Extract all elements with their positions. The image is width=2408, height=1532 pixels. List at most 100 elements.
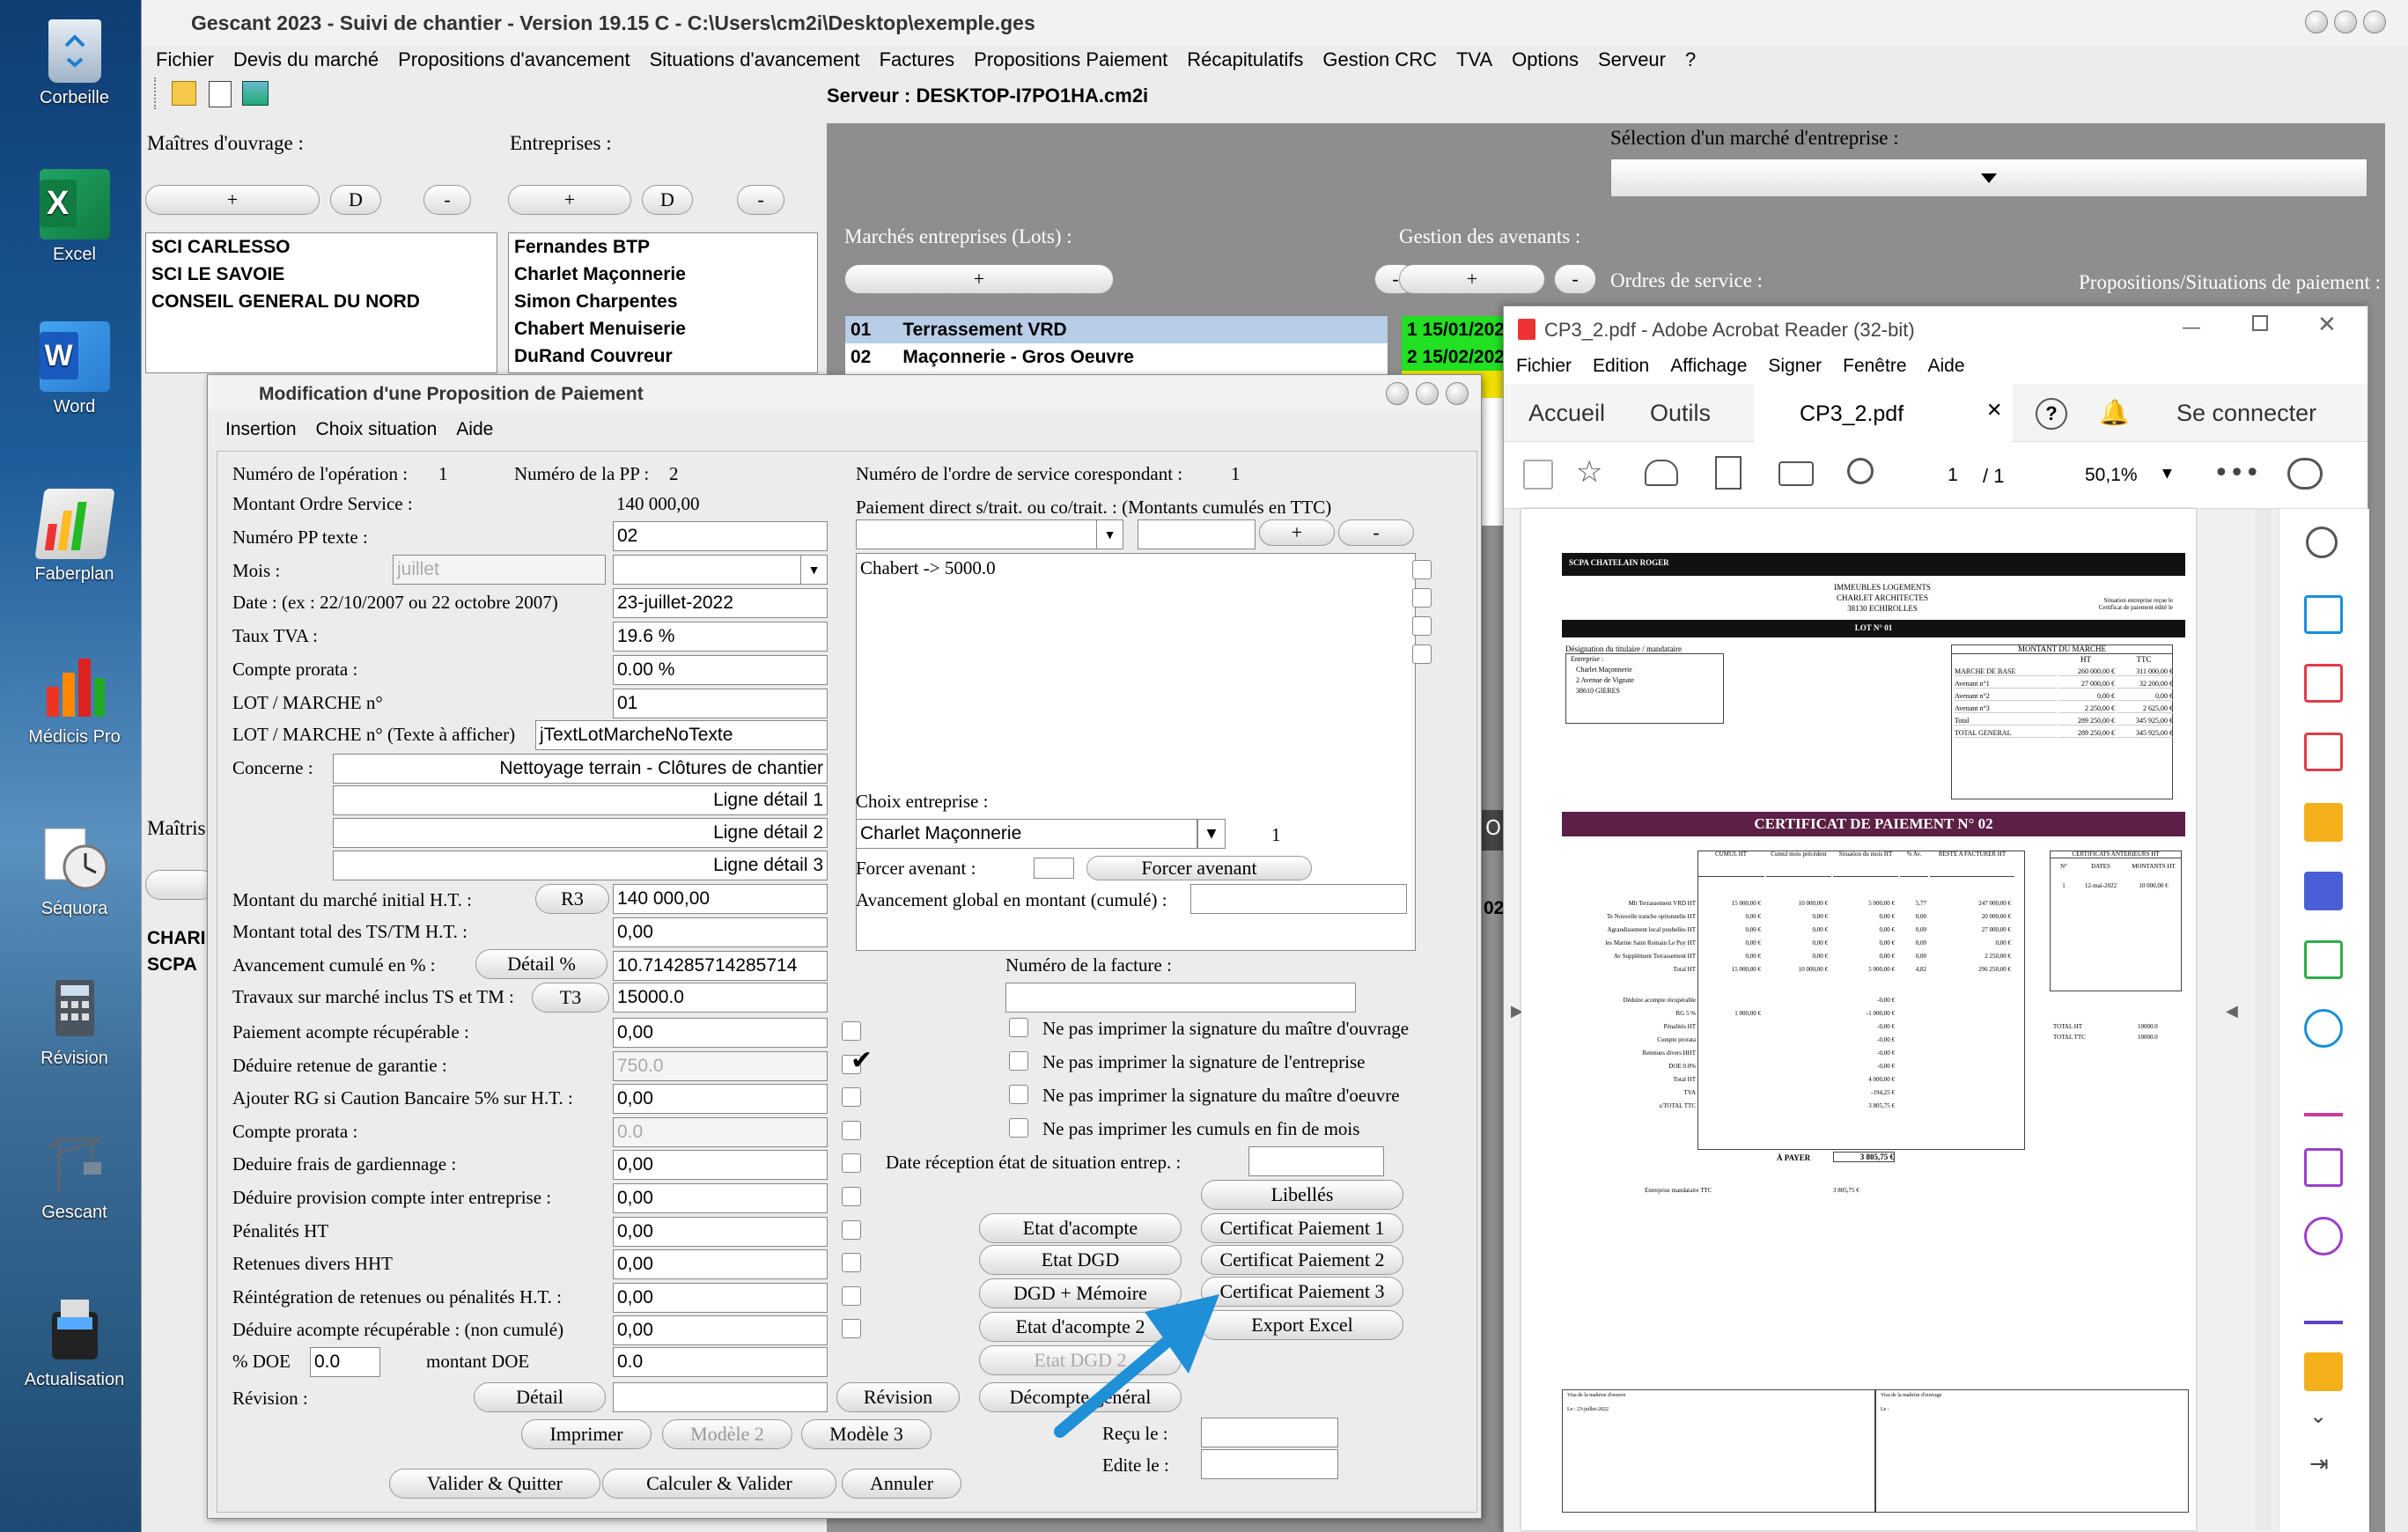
checkbox[interactable] [1009, 1018, 1028, 1037]
montant-initial-input[interactable]: 140 000,00 [613, 884, 828, 914]
remove-maitre-button[interactable]: - [423, 185, 471, 215]
close-button[interactable] [2363, 11, 2386, 33]
revision-input[interactable] [613, 1382, 828, 1412]
paiement-direct-select[interactable]: ▼ [856, 519, 1123, 549]
lot-input[interactable]: 01 [613, 689, 828, 718]
menu-item[interactable]: Propositions Paiement [974, 46, 1178, 74]
request-sign-icon[interactable] [2304, 1217, 2343, 1256]
concerne-input[interactable]: Nettoyage terrain - Clôtures de chantier [333, 754, 828, 784]
list-item[interactable]: Simon Charpentes [509, 288, 817, 315]
star-icon[interactable]: ☆ [1576, 454, 1602, 490]
desktop-icon-corbeille[interactable]: Corbeille [11, 19, 138, 108]
mois-select[interactable]: ▼ [613, 555, 828, 585]
montant-ts-input[interactable]: 0,00 [613, 917, 828, 947]
minimize-button[interactable] [2305, 11, 2328, 33]
chevron-down-icon[interactable]: ⌄ [2309, 1403, 2327, 1428]
checkbox[interactable] [1412, 644, 1432, 664]
list-item[interactable]: Fernandes BTP [509, 233, 817, 261]
libelles-button[interactable]: Libellés [1201, 1180, 1403, 1210]
row-value-input[interactable]: 0,00 [613, 1183, 828, 1213]
list-item[interactable]: Chabert Menuiserie [509, 315, 817, 342]
row-value-input[interactable]: 0,00 [613, 1216, 828, 1247]
menu-item[interactable]: Aide [1928, 356, 1965, 377]
travaux-input[interactable]: 15000.0 [613, 983, 828, 1013]
maximize-button[interactable] [1416, 382, 1439, 405]
marche-select[interactable] [1610, 158, 2367, 197]
menu-item[interactable]: Factures [880, 46, 966, 74]
link-icon[interactable] [2287, 458, 2323, 490]
t3-button[interactable]: T3 [532, 983, 609, 1013]
desktop-icon-excel[interactable]: X Excel [11, 169, 138, 265]
list-item[interactable]: SCI LE SAVOIE [146, 261, 497, 288]
desktop-icon-faberplan[interactable]: Faberplan [11, 489, 138, 585]
detail-button[interactable]: Détail [474, 1382, 606, 1412]
remove-entreprise-button[interactable]: - [737, 185, 784, 215]
zoom-in-icon[interactable] [2306, 527, 2338, 558]
checkbox[interactable] [842, 1285, 861, 1306]
detail-entreprise-button[interactable]: D [642, 185, 693, 215]
print-icon[interactable] [1778, 461, 1814, 486]
collapse-panel-icon[interactable]: ⇥ [2309, 1451, 2329, 1477]
menu-item[interactable]: Options [1512, 46, 1589, 74]
desktop-icon-word[interactable]: W Word [11, 321, 138, 417]
tab-document[interactable]: CP3_2.pdf ✕ [1754, 384, 2013, 442]
menu-item[interactable]: Fichier [1516, 356, 1572, 377]
list-item[interactable]: DuRand Couvreur [509, 342, 817, 370]
row-value-input[interactable]: 0,00 [613, 1315, 828, 1346]
save-icon[interactable] [1523, 460, 1553, 490]
checkbox[interactable] [842, 1219, 861, 1240]
checkbox[interactable] [1009, 1118, 1028, 1138]
date-input[interactable]: 23-juillet-2022 [613, 588, 828, 618]
help-icon[interactable]: ? [2036, 398, 2067, 430]
more-icon[interactable]: ••• [2213, 458, 2260, 489]
list-item[interactable]: Chabert -> 5000.0 [860, 557, 996, 579]
list-item[interactable]: SCI CARLESSO [146, 233, 497, 261]
menu-item[interactable]: Affichage [1670, 356, 1747, 377]
menu-item[interactable]: Choix situation [316, 419, 438, 440]
row-value-input[interactable]: 0,00 [613, 1282, 828, 1313]
doe-input[interactable]: 0.0 [310, 1347, 380, 1377]
checkbox[interactable] [1009, 1051, 1028, 1071]
forcer-avenant-button[interactable]: Forcer avenant [1086, 856, 1312, 880]
lot-row-selected[interactable]: 01 Terrassement VRD [845, 316, 1388, 343]
list-item[interactable]: CONSEIL GENERAL DU NORD [146, 288, 497, 315]
date-reception-input[interactable] [1248, 1146, 1384, 1176]
menu-item[interactable]: Insertion [225, 419, 297, 440]
row-value-input[interactable]: 0,00 [613, 1249, 828, 1280]
r3-button[interactable]: R3 [535, 884, 609, 914]
menu-item[interactable]: Aide [456, 419, 493, 440]
comment-icon[interactable] [2304, 803, 2343, 842]
lot-row[interactable]: 02 Maçonnerie - Gros Oeuvre [845, 343, 1388, 371]
fill-sign-icon[interactable] [2304, 1078, 2343, 1116]
desktop-icon-medicis[interactable]: Médicis Pro [11, 652, 138, 748]
etat-acompte-button[interactable]: Etat d'acompte [979, 1213, 1182, 1243]
montant-doe-input[interactable]: 0.0 [613, 1347, 828, 1377]
menu-item[interactable]: Serveur [1598, 46, 1676, 74]
menu-item[interactable]: Devis du marché [233, 46, 389, 74]
add-entreprise-button[interactable]: + [508, 185, 631, 215]
zoom-level[interactable]: 50,1% [2085, 465, 2138, 486]
checkbox[interactable] [842, 1187, 861, 1206]
close-tab-icon[interactable]: ✕ [1986, 400, 2002, 422]
ligne-detail-1-input[interactable]: Ligne détail 1 [333, 785, 828, 815]
desktop-icon-revision[interactable]: Révision [11, 973, 138, 1069]
chevron-down-icon[interactable]: ▼ [1197, 819, 1226, 849]
document-icon[interactable] [209, 81, 232, 107]
list-item[interactable]: Charlet Maçonnerie [509, 261, 817, 288]
close-icon[interactable]: ✕ [2317, 312, 2337, 338]
row-value-input[interactable]: 0,00 [613, 1084, 828, 1115]
desktop-icon-sequora[interactable]: Séquora [11, 823, 138, 919]
add-paiement-button[interactable]: + [1259, 519, 1335, 546]
close-button[interactable] [1446, 382, 1469, 405]
zoom-out-icon[interactable] [1847, 458, 1874, 484]
avancement-cumule-input[interactable]: 10.714285714285714 [613, 951, 828, 981]
compte-prorata-input[interactable]: 0.00 % [613, 655, 828, 685]
connect-link[interactable]: Se connecter [2176, 400, 2316, 427]
checkbox[interactable] [1009, 1085, 1028, 1104]
os-item[interactable]: 2 15/02/202 [1402, 343, 1514, 371]
desktop-icon-actualisation[interactable]: Actualisation [11, 1294, 138, 1390]
add-avenant-button[interactable]: + [1399, 264, 1545, 294]
chevron-down-icon[interactable]: ▼ [2162, 467, 2172, 481]
edite-input[interactable] [1201, 1449, 1338, 1479]
menu-item[interactable]: Fichier [156, 46, 225, 74]
